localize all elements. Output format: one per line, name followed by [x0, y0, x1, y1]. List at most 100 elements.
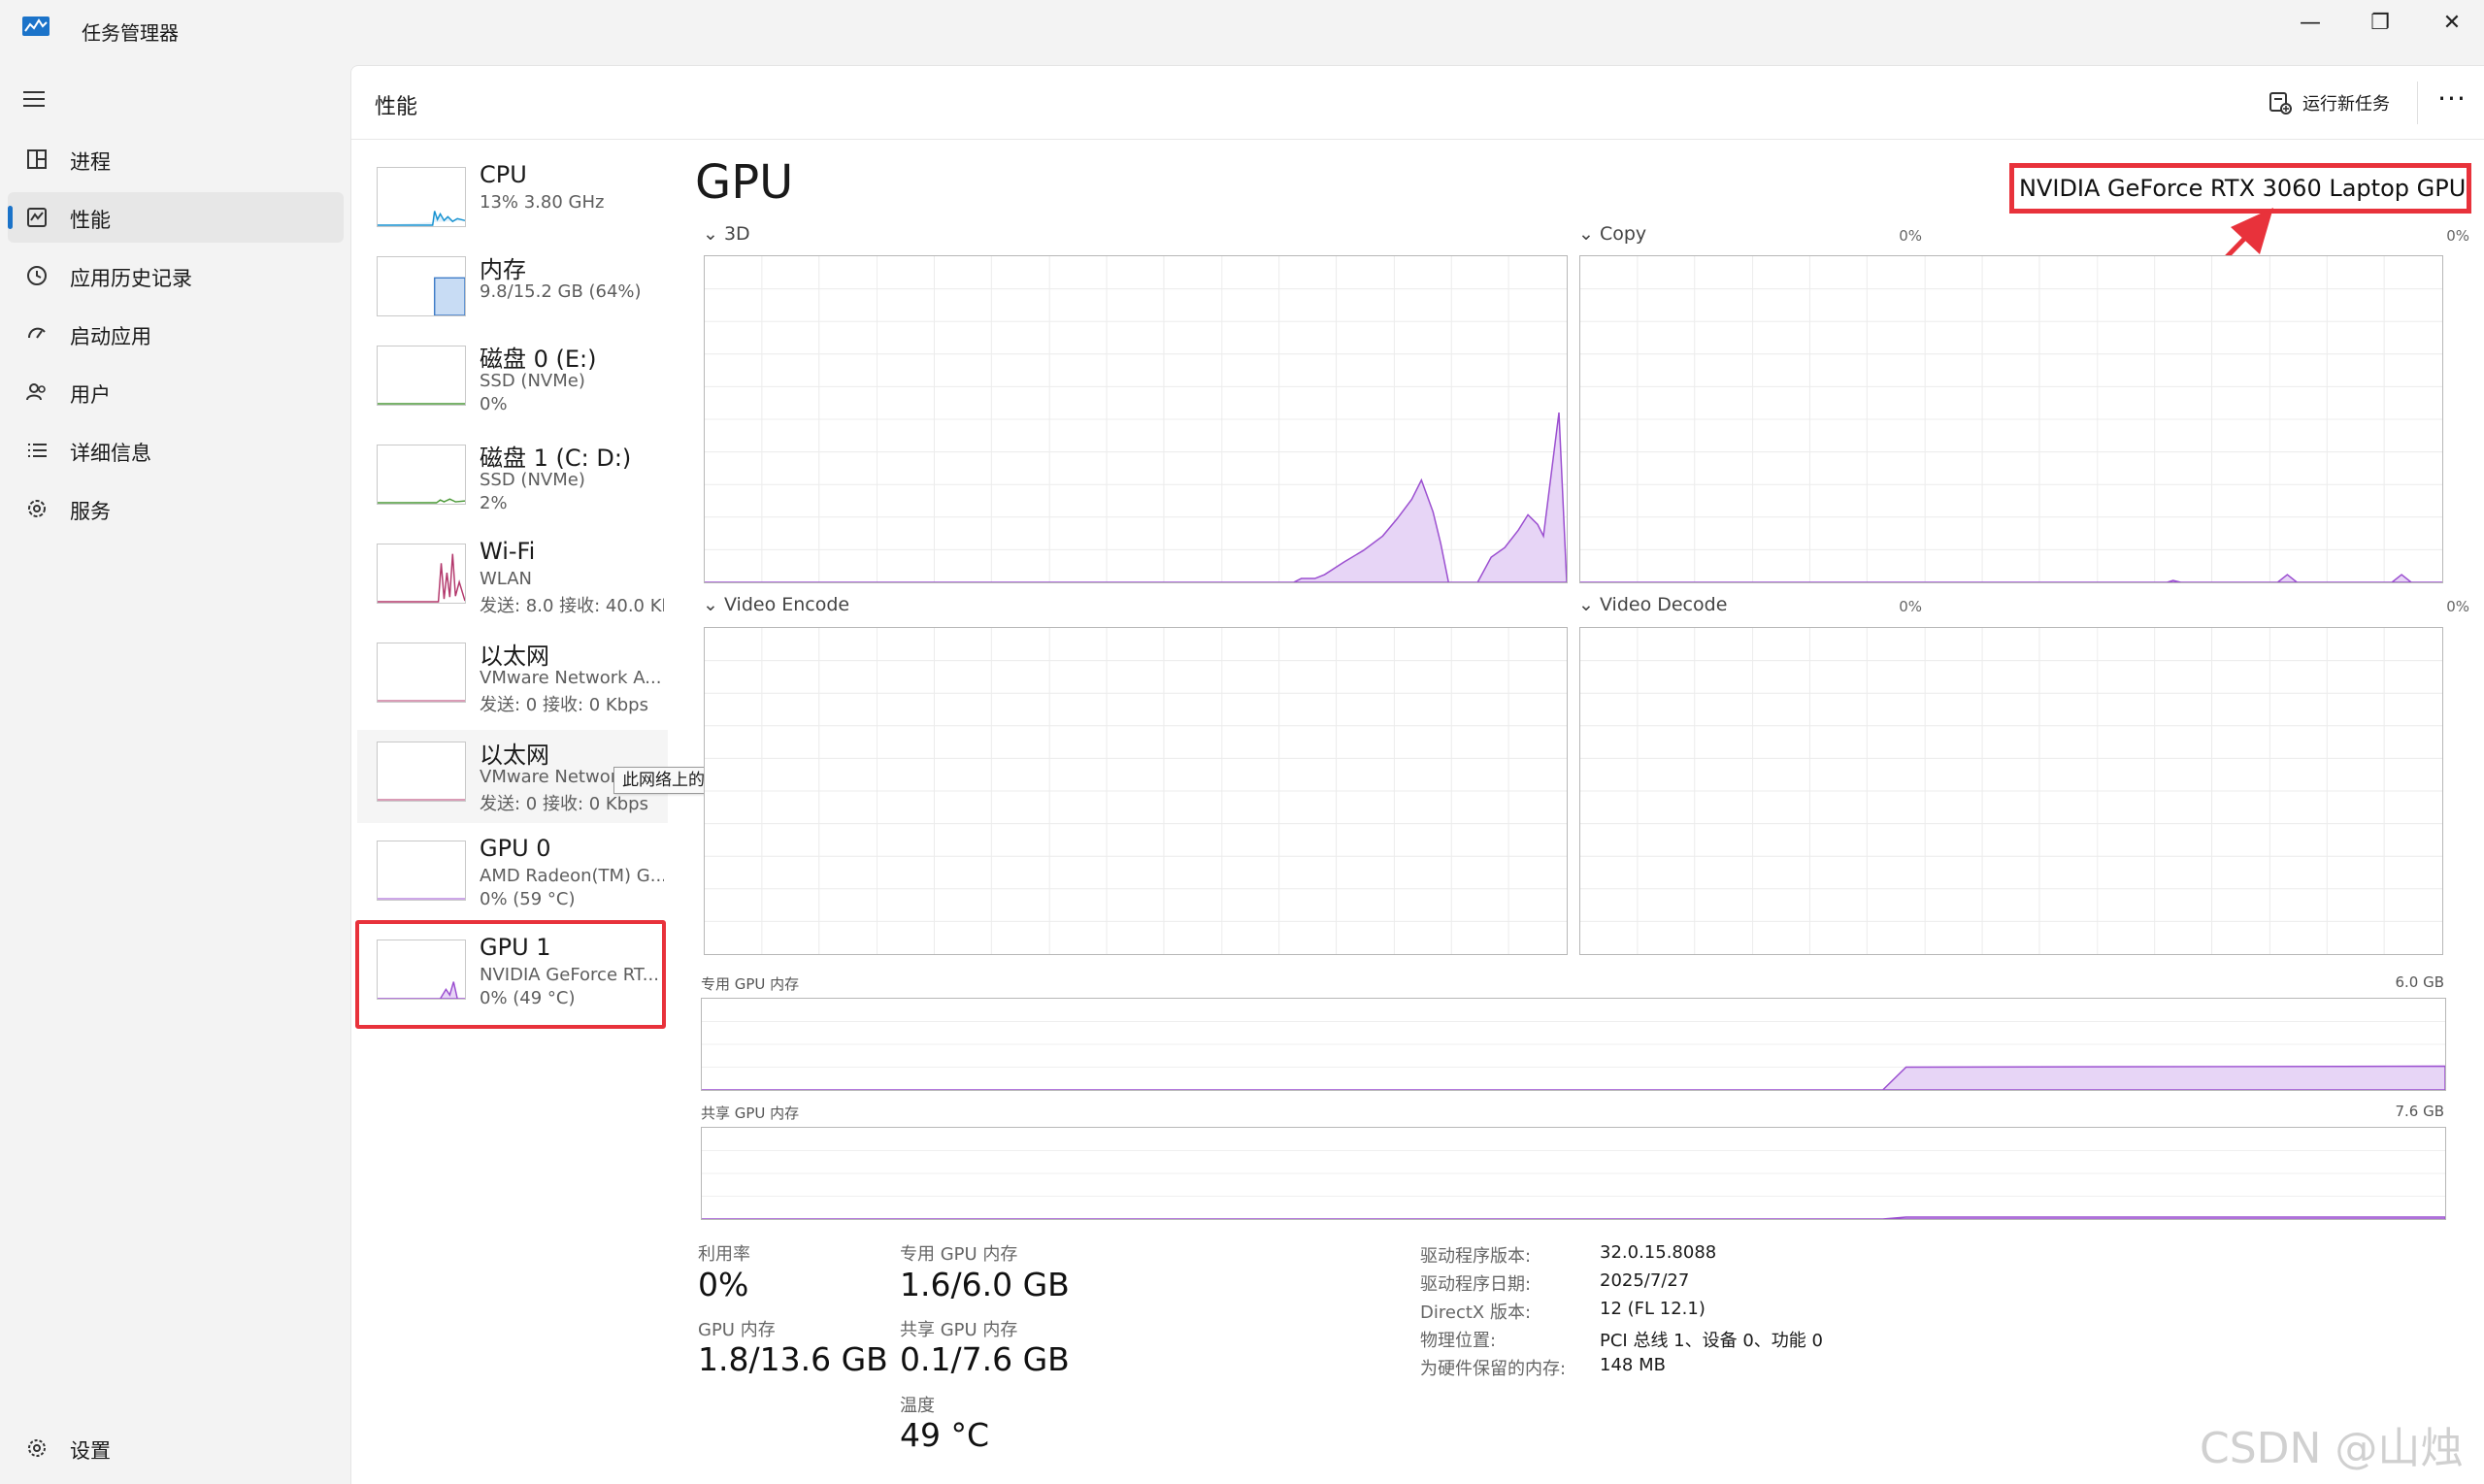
- engine-percent: 0%: [1899, 598, 1922, 615]
- engine-selector-video-decode[interactable]: ⌄ Video Decode: [1578, 594, 1727, 615]
- engine-percent: 0%: [2446, 227, 2469, 245]
- shared-memory-max: 7.6 GB: [2395, 1103, 2444, 1120]
- engine-percent: 0%: [2446, 598, 2469, 615]
- minimize-button[interactable]: —: [2279, 4, 2341, 43]
- gpu-model-name: NVIDIA GeForce RTX 3060 Laptop GPU: [2019, 175, 2467, 202]
- performance-panel: 性能 运行新任务 ··· CPU 13% 3.80 GHz 内存 9.8/15.…: [350, 65, 2484, 1484]
- settings-gear-icon: [28, 1439, 46, 1457]
- directx-version-value: 12 (FL 12.1): [1600, 1299, 1706, 1319]
- task-manager-app-icon: [22, 16, 50, 36]
- device-item-cpu[interactable]: CPU 13% 3.80 GHz: [357, 155, 668, 248]
- more-options-button[interactable]: ···: [2433, 83, 2471, 122]
- processes-icon: [27, 149, 47, 169]
- nav-item-services[interactable]: 服务: [8, 483, 344, 534]
- graph-dedicated-memory: [701, 998, 2446, 1091]
- engine-label: 3D: [723, 223, 750, 245]
- gpu-memory-value: 1.8/13.6 GB: [698, 1340, 888, 1378]
- nav-label: 性能: [70, 209, 111, 232]
- ethernet-mini-graph: [377, 742, 466, 802]
- engine-selector-copy[interactable]: ⌄ Copy: [1578, 223, 1646, 245]
- directx-version-key: DirectX 版本:: [1420, 1303, 1532, 1323]
- device-item-disk-1[interactable]: 磁盘 1 (C: D:) SSD (NVMe) 2%: [357, 433, 668, 526]
- gpu-1-highlight-box: [355, 920, 666, 1029]
- nav-item-users[interactable]: 用户: [8, 367, 344, 417]
- driver-date-key: 驱动程序日期:: [1420, 1274, 1532, 1295]
- device-item-disk-0[interactable]: 磁盘 0 (E:) SSD (NVMe) 0%: [357, 334, 668, 427]
- nav-item-details[interactable]: 详细信息: [8, 425, 344, 476]
- header-divider: [2417, 82, 2418, 124]
- engine-selector-video-encode[interactable]: ⌄ Video Encode: [703, 594, 849, 615]
- engine-percent: 0%: [1899, 227, 1922, 245]
- device-name: 磁盘 1 (C: D:): [480, 445, 632, 472]
- dedicated-memory-max: 6.0 GB: [2395, 973, 2444, 991]
- maximize-button[interactable]: ❐: [2349, 4, 2411, 43]
- page-title: 性能: [375, 95, 418, 119]
- shared-memory-stat-value: 0.1/7.6 GB: [900, 1340, 1070, 1378]
- device-name: 以太网: [480, 742, 549, 769]
- device-item-ethernet-1[interactable]: 以太网 VMware Network A... 发送: 0 接收: 0 Kbps: [357, 631, 668, 724]
- temperature-value: 49 °C: [900, 1416, 990, 1454]
- graph-3d: [704, 255, 1568, 583]
- hamburger-menu-icon[interactable]: [17, 85, 56, 115]
- device-name: 内存: [480, 256, 526, 283]
- panel-header: 性能 运行新任务 ···: [351, 66, 2484, 140]
- close-button[interactable]: ✕: [2421, 4, 2483, 43]
- device-usage: 发送: 8.0 接收: 40.0 Kbps: [480, 596, 664, 616]
- device-detail: VMware Network A...: [480, 668, 662, 688]
- driver-version-key: 驱动程序版本:: [1420, 1246, 1532, 1267]
- nav-item-performance[interactable]: 性能: [8, 192, 344, 243]
- run-new-task-button[interactable]: 运行新任务: [2268, 85, 2390, 120]
- engine-label: Video Decode: [1599, 594, 1728, 615]
- nav-label: 服务: [70, 500, 111, 523]
- graph-copy: [1579, 255, 2443, 583]
- utilization-label: 利用率: [698, 1244, 750, 1265]
- dedicated-memory-label: 专用 GPU 内存: [701, 975, 800, 993]
- device-item-gpu-0[interactable]: GPU 0 AMD Radeon(TM) G... 0% (59 °C): [357, 829, 668, 922]
- device-name: 磁盘 0 (E:): [480, 346, 597, 373]
- engine-selector-3d[interactable]: ⌄ 3D: [703, 223, 750, 245]
- title-bar: 任务管理器 — ❐ ✕: [0, 0, 2484, 64]
- services-icon: [28, 500, 46, 517]
- memory-mini-graph: [377, 256, 466, 316]
- device-item-wifi[interactable]: Wi-Fi WLAN 发送: 8.0 接收: 40.0 Kbps: [357, 532, 668, 625]
- watermark: CSDN @山烛: [2200, 1424, 2464, 1473]
- run-task-label: 运行新任务: [2302, 94, 2390, 115]
- device-usage: 0% (59 °C): [480, 889, 576, 909]
- nav-label: 设置: [70, 1439, 111, 1463]
- device-item-memory[interactable]: 内存 9.8/15.2 GB (64%): [357, 245, 668, 338]
- nav-label: 用户: [70, 383, 111, 407]
- window-title: 任务管理器: [82, 21, 179, 45]
- nav-item-settings[interactable]: 设置: [8, 1423, 344, 1473]
- nav-label: 详细信息: [70, 442, 151, 465]
- graph-shared-memory: [701, 1127, 2446, 1220]
- device-detail: 13% 3.80 GHz: [480, 192, 605, 213]
- physical-location-key: 物理位置:: [1420, 1331, 1497, 1351]
- utilization-value: 0%: [698, 1266, 749, 1303]
- wifi-mini-graph: [377, 544, 466, 604]
- nav-item-app-history[interactable]: 应用历史记录: [8, 250, 344, 301]
- device-usage: 发送: 0 接收: 0 Kbps: [480, 695, 648, 715]
- device-detail: WLAN: [480, 569, 533, 589]
- gpu-0-mini-graph: [377, 841, 466, 901]
- cpu-mini-graph: [377, 167, 466, 227]
- nav-label: 进程: [70, 150, 111, 174]
- nav-label: 应用历史记录: [70, 267, 192, 290]
- device-name: 以太网: [480, 643, 549, 670]
- device-usage: 0%: [480, 394, 508, 414]
- device-detail: 9.8/15.2 GB (64%): [480, 281, 642, 302]
- temperature-label: 温度: [900, 1396, 935, 1416]
- graph-video-encode: [704, 627, 1568, 955]
- shared-memory-stat-label: 共享 GPU 内存: [900, 1320, 1018, 1340]
- device-name: GPU 0: [480, 835, 551, 862]
- nav-item-processes[interactable]: 进程: [8, 134, 344, 184]
- nav-item-startup-apps[interactable]: 启动应用: [8, 309, 344, 359]
- nav-label: 启动应用: [70, 325, 151, 348]
- reserved-memory-value: 148 MB: [1600, 1355, 1666, 1375]
- device-detail: SSD (NVMe): [480, 371, 585, 391]
- chevron-down-icon: ⌄: [1578, 223, 1594, 245]
- driver-version-value: 32.0.15.8088: [1600, 1242, 1717, 1263]
- app-history-icon: [27, 266, 47, 285]
- run-task-icon: [2269, 92, 2292, 115]
- chevron-down-icon: ⌄: [1578, 594, 1594, 615]
- device-name: CPU: [480, 161, 527, 188]
